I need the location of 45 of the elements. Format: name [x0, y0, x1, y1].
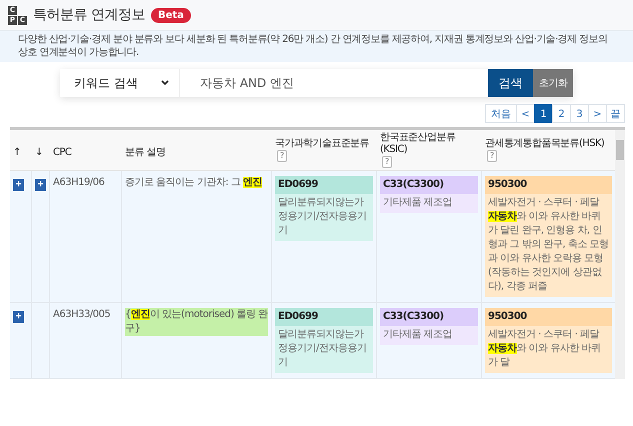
- search-mode-dropdown[interactable]: 키워드 검색: [60, 69, 180, 97]
- cpc-code: A63H33/005: [50, 303, 122, 378]
- page-link[interactable]: 끝: [606, 104, 625, 123]
- cpc-code: A63H19/06: [50, 171, 122, 302]
- class-code: ED0699: [275, 176, 373, 194]
- help-button[interactable]: ?: [382, 156, 392, 168]
- page-link[interactable]: 처음: [485, 104, 517, 123]
- page-link[interactable]: 3: [570, 104, 589, 123]
- class-name: 기타제품 제조업: [380, 194, 478, 213]
- column-header: 관세통계통합품목분류(HSK): [485, 138, 606, 150]
- page-link[interactable]: 1: [534, 104, 553, 123]
- chevron-down-icon: [161, 80, 169, 86]
- reset-button[interactable]: 초기화: [533, 69, 573, 97]
- column-header: 한국표준산업분류(KSIC): [380, 132, 456, 156]
- class-code: 950300: [485, 176, 612, 194]
- beta-badge: Beta: [150, 8, 191, 22]
- column-header: 국가과학기술표준분류: [275, 138, 370, 150]
- column-header: ↑: [13, 146, 22, 158]
- add-button[interactable]: +: [13, 179, 24, 191]
- column-header: ↓: [35, 146, 44, 158]
- notice-text: 다양한 산업·기술·경제 분야 분류와 보다 세분화 된 특허분류(약 26만 개소) 간 연계정보를 제공하여, 지재권 통계정보와 산업·기술·경제 정보의 상호 연계분석이 가능합니다.: [0, 31, 633, 62]
- class-name: 달리분류되지않는가정용기기/전자응용기기: [275, 326, 373, 373]
- page-link[interactable]: 2: [552, 104, 571, 123]
- page-title: 특허분류 연계정보: [33, 6, 145, 24]
- class-code: ED0699: [275, 308, 373, 326]
- column-header: CPC: [53, 146, 72, 158]
- help-button[interactable]: ?: [277, 150, 287, 162]
- page-link[interactable]: >: [588, 104, 607, 123]
- add-button[interactable]: +: [13, 311, 24, 323]
- class-name: 달리분류되지않는가정용기기/전자응용기기: [275, 194, 373, 241]
- add-button[interactable]: +: [35, 179, 46, 191]
- search-field[interactable]: 자동차 AND 엔진: [180, 69, 488, 97]
- search-button[interactable]: 검색: [488, 69, 533, 97]
- class-name: 세발자전거 · 스쿠터 · 페달 자동차와 이와 유사한 바퀴가 달: [485, 326, 612, 373]
- class-name: 기타제품 제조업: [380, 326, 478, 345]
- classification-description: 증기로 움직이는 기관차: 그 엔진: [125, 176, 262, 190]
- column-header: 분류 설명: [125, 146, 166, 158]
- class-code: C33(C3300): [380, 176, 478, 194]
- class-name: 세발자전거 · 스쿠터 · 페달 자동차와 이와 유사한 바퀴가 달린 완구, 인형용 차, 인형과 그 밖의 완구, 축소 모형과 이와 유사한 오락용 모형(작동하는 것인지에 상관없다), 각종 퍼즐: [485, 194, 612, 297]
- page-link[interactable]: <: [516, 104, 535, 123]
- classification-description: {엔진이 있는(motorised) 롤링 완구}: [125, 308, 268, 336]
- class-code: C33(C3300): [380, 308, 478, 326]
- class-code: 950300: [485, 308, 612, 326]
- scrollbar[interactable]: [615, 130, 625, 379]
- help-button[interactable]: ?: [487, 150, 497, 162]
